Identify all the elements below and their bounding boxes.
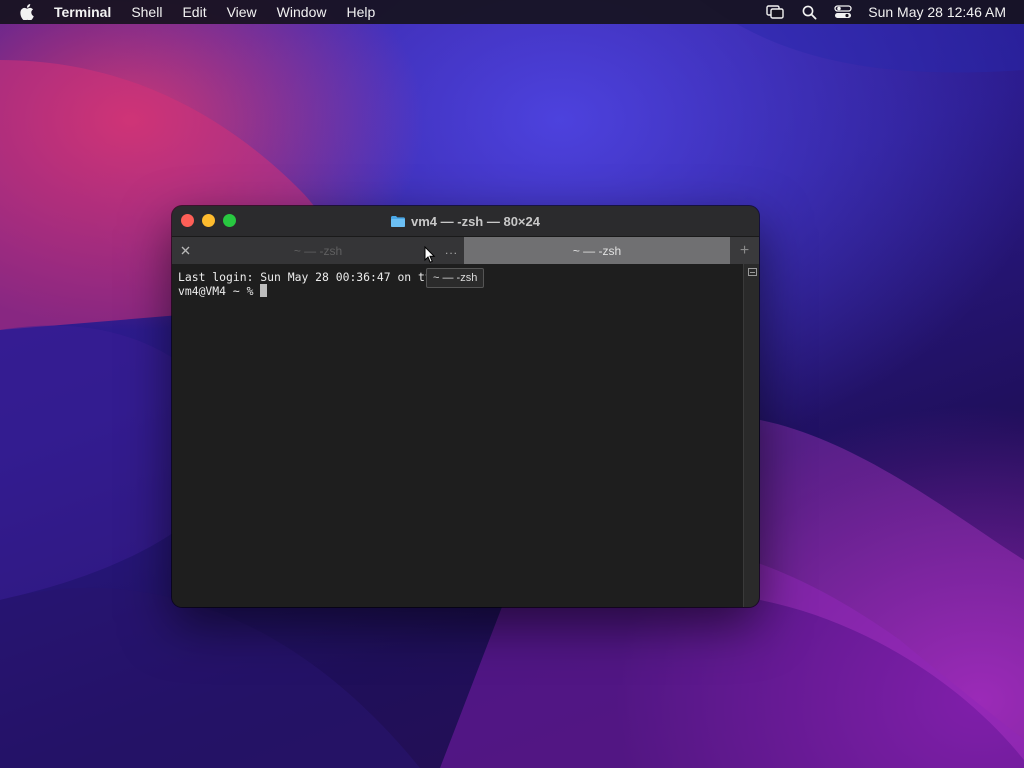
new-tab-button[interactable]: + xyxy=(730,237,759,264)
terminal-prompt: vm4@VM4 ~ % xyxy=(178,284,261,298)
close-window-button[interactable] xyxy=(181,214,194,227)
menu-bar: Terminal Shell Edit View Window Help Sun… xyxy=(0,0,1024,24)
window-title-text: vm4 — -zsh — 80×24 xyxy=(411,213,540,229)
traffic-lights xyxy=(181,214,236,227)
tab-label: ~ — -zsh xyxy=(293,243,343,258)
apple-icon[interactable] xyxy=(18,3,36,21)
tab-bar: ~ — -zsh ... ~ — -zsh + xyxy=(172,236,759,264)
scroll-marker-icon[interactable] xyxy=(748,268,757,276)
text-cursor xyxy=(260,284,268,297)
tab-overflow-icon[interactable]: ... xyxy=(445,243,458,257)
menu-view[interactable]: View xyxy=(217,0,267,24)
tab-inactive[interactable]: ~ — -zsh ... xyxy=(172,237,464,264)
menu-window[interactable]: Window xyxy=(267,0,337,24)
tab-tooltip: ~ — -zsh xyxy=(426,268,485,288)
window-titlebar[interactable]: vm4 — -zsh — 80×24 xyxy=(172,206,759,236)
window-title: vm4 — -zsh — 80×24 xyxy=(391,214,540,229)
menu-shell[interactable]: Shell xyxy=(121,0,172,24)
menu-edit[interactable]: Edit xyxy=(172,0,216,24)
menu-help[interactable]: Help xyxy=(336,0,385,24)
mouse-pointer-icon xyxy=(424,246,436,263)
folder-icon xyxy=(391,215,405,227)
terminal-window: vm4 — -zsh — 80×24 ~ — -zsh ... ~ — -zsh… xyxy=(172,206,759,607)
tab-label: ~ — -zsh xyxy=(572,243,622,258)
tab-active[interactable]: ~ — -zsh xyxy=(464,237,730,264)
terminal-output[interactable]: Last login: Sun May 28 00:36:47 on ttys0… xyxy=(172,264,743,607)
menu-terminal[interactable]: Terminal xyxy=(46,0,121,24)
search-icon[interactable] xyxy=(798,0,820,24)
menubar-clock[interactable]: Sun May 28 12:46 AM xyxy=(860,4,1024,20)
terminal-scrollbar[interactable] xyxy=(743,264,759,607)
close-tab-icon[interactable] xyxy=(178,243,192,257)
screen-mirroring-icon[interactable] xyxy=(764,0,786,24)
maximize-window-button[interactable] xyxy=(223,214,236,227)
control-center-icon[interactable] xyxy=(832,0,854,24)
minimize-window-button[interactable] xyxy=(202,214,215,227)
